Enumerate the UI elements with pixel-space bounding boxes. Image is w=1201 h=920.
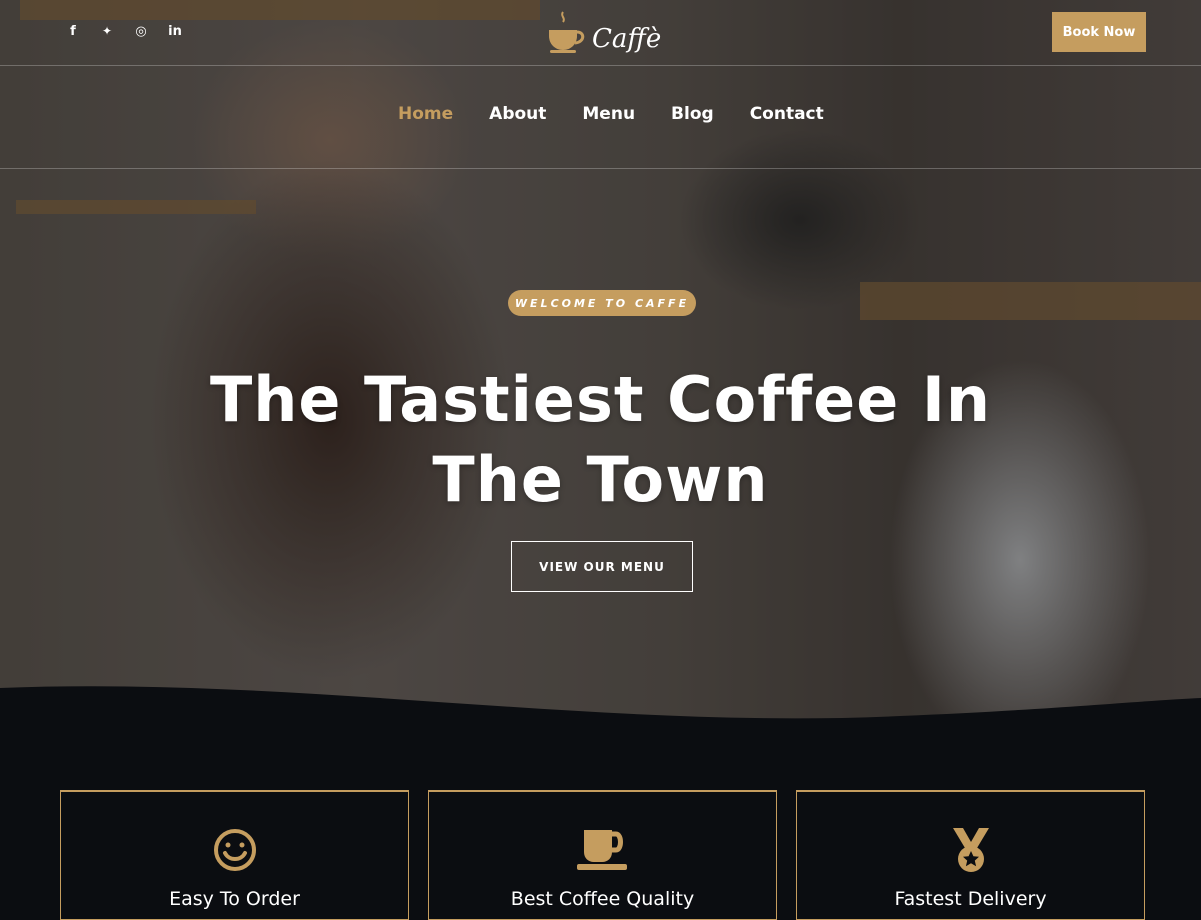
smile-icon (213, 829, 256, 871)
book-now-button[interactable]: Book Now (1052, 12, 1146, 52)
header-divider (0, 65, 1201, 66)
feature-card-fastest-delivery: Fastest Delivery (796, 790, 1145, 920)
nav-home[interactable]: Home (398, 104, 453, 124)
main-nav: Home About Menu Blog Contact (398, 104, 824, 124)
nav-divider (0, 168, 1201, 169)
coffee-cup-icon (576, 830, 627, 870)
nav-contact[interactable]: Contact (750, 104, 824, 124)
nav-menu[interactable]: Menu (582, 104, 635, 124)
instagram-icon[interactable]: ◎ (134, 24, 148, 39)
logo[interactable]: Caffè (546, 10, 661, 54)
feature-title: Easy To Order (169, 888, 300, 910)
feature-title: Best Coffee Quality (510, 888, 695, 910)
nav-about[interactable]: About (489, 104, 546, 124)
hero-wave-divider (0, 686, 1201, 740)
feature-card-coffee-quality: Best Coffee Quality (428, 790, 777, 920)
social-links: f ✦ ◎ in (66, 24, 182, 39)
hero-title: The Tastiest Coffee In The Town (209, 363, 992, 516)
facebook-icon[interactable]: f (66, 24, 80, 39)
nav-blog[interactable]: Blog (671, 104, 714, 124)
welcome-badge: WELCOME TO CAFFE (508, 290, 696, 316)
linkedin-icon[interactable]: in (168, 24, 182, 39)
feature-title: Fastest Delivery (894, 888, 1047, 910)
feature-card-easy-order: Easy To Order (60, 790, 409, 920)
medal-icon (952, 828, 989, 872)
coffee-cup-logo-icon (549, 11, 585, 53)
twitter-icon[interactable]: ✦ (100, 24, 114, 39)
logo-text: Caffè (592, 24, 662, 54)
view-menu-button[interactable]: VIEW OUR MENU (511, 541, 693, 592)
